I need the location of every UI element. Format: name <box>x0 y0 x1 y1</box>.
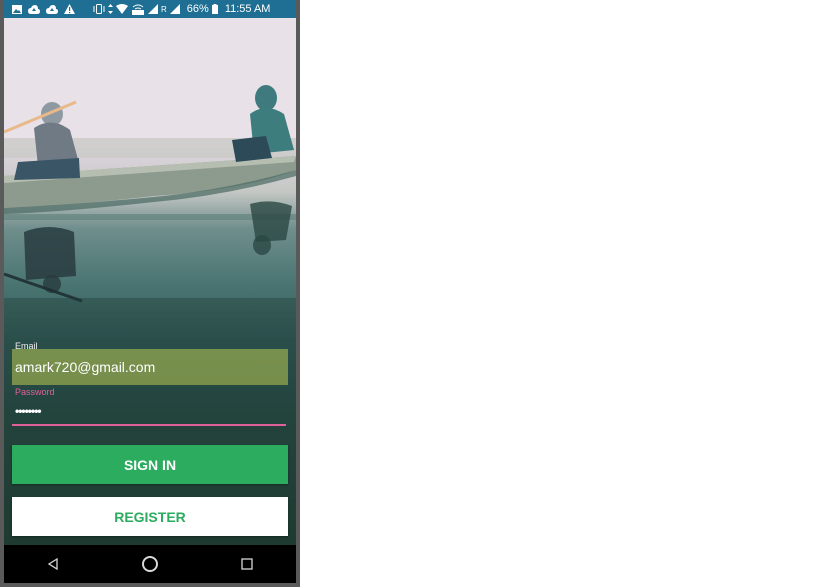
status-notification-icons <box>12 4 75 14</box>
status-system-icons: R 66% 11:55 AM <box>93 3 270 15</box>
cloud-upload-icon <box>28 4 40 14</box>
home-icon <box>141 556 158 572</box>
home-button[interactable] <box>135 549 165 579</box>
signal-icon <box>148 4 158 14</box>
clock: 11:55 AM <box>224 3 271 15</box>
password-label: Password <box>15 387 55 397</box>
wifi-icon <box>116 4 128 14</box>
battery-percent: 66% <box>186 3 209 15</box>
vibrate-icon <box>93 4 105 14</box>
data-transfer-icon <box>108 4 113 14</box>
signal-icon <box>169 4 180 14</box>
navigation-bar <box>4 545 296 583</box>
cloud-upload-icon <box>46 4 58 14</box>
sign-in-button[interactable]: SIGN IN <box>12 445 288 484</box>
volte-icon <box>132 4 144 15</box>
back-button[interactable] <box>38 549 68 579</box>
password-value: •••••••• <box>15 404 42 418</box>
image-icon <box>12 4 22 14</box>
recents-icon <box>241 558 253 570</box>
status-bar: R 66% 11:55 AM <box>4 0 296 18</box>
warning-icon <box>64 4 75 14</box>
roaming-indicator: R <box>161 4 167 14</box>
phone-frame: R 66% 11:55 AM Email amark720@gmail.com … <box>0 0 300 587</box>
login-screen: Email amark720@gmail.com Password ••••••… <box>4 18 296 545</box>
back-icon <box>47 558 58 570</box>
battery-icon <box>211 4 218 14</box>
password-field[interactable]: •••••••• <box>12 398 286 426</box>
recents-button[interactable] <box>232 549 262 579</box>
email-field[interactable]: amark720@gmail.com <box>12 349 288 385</box>
email-value: amark720@gmail.com <box>15 359 156 375</box>
register-button[interactable]: REGISTER <box>12 497 288 536</box>
